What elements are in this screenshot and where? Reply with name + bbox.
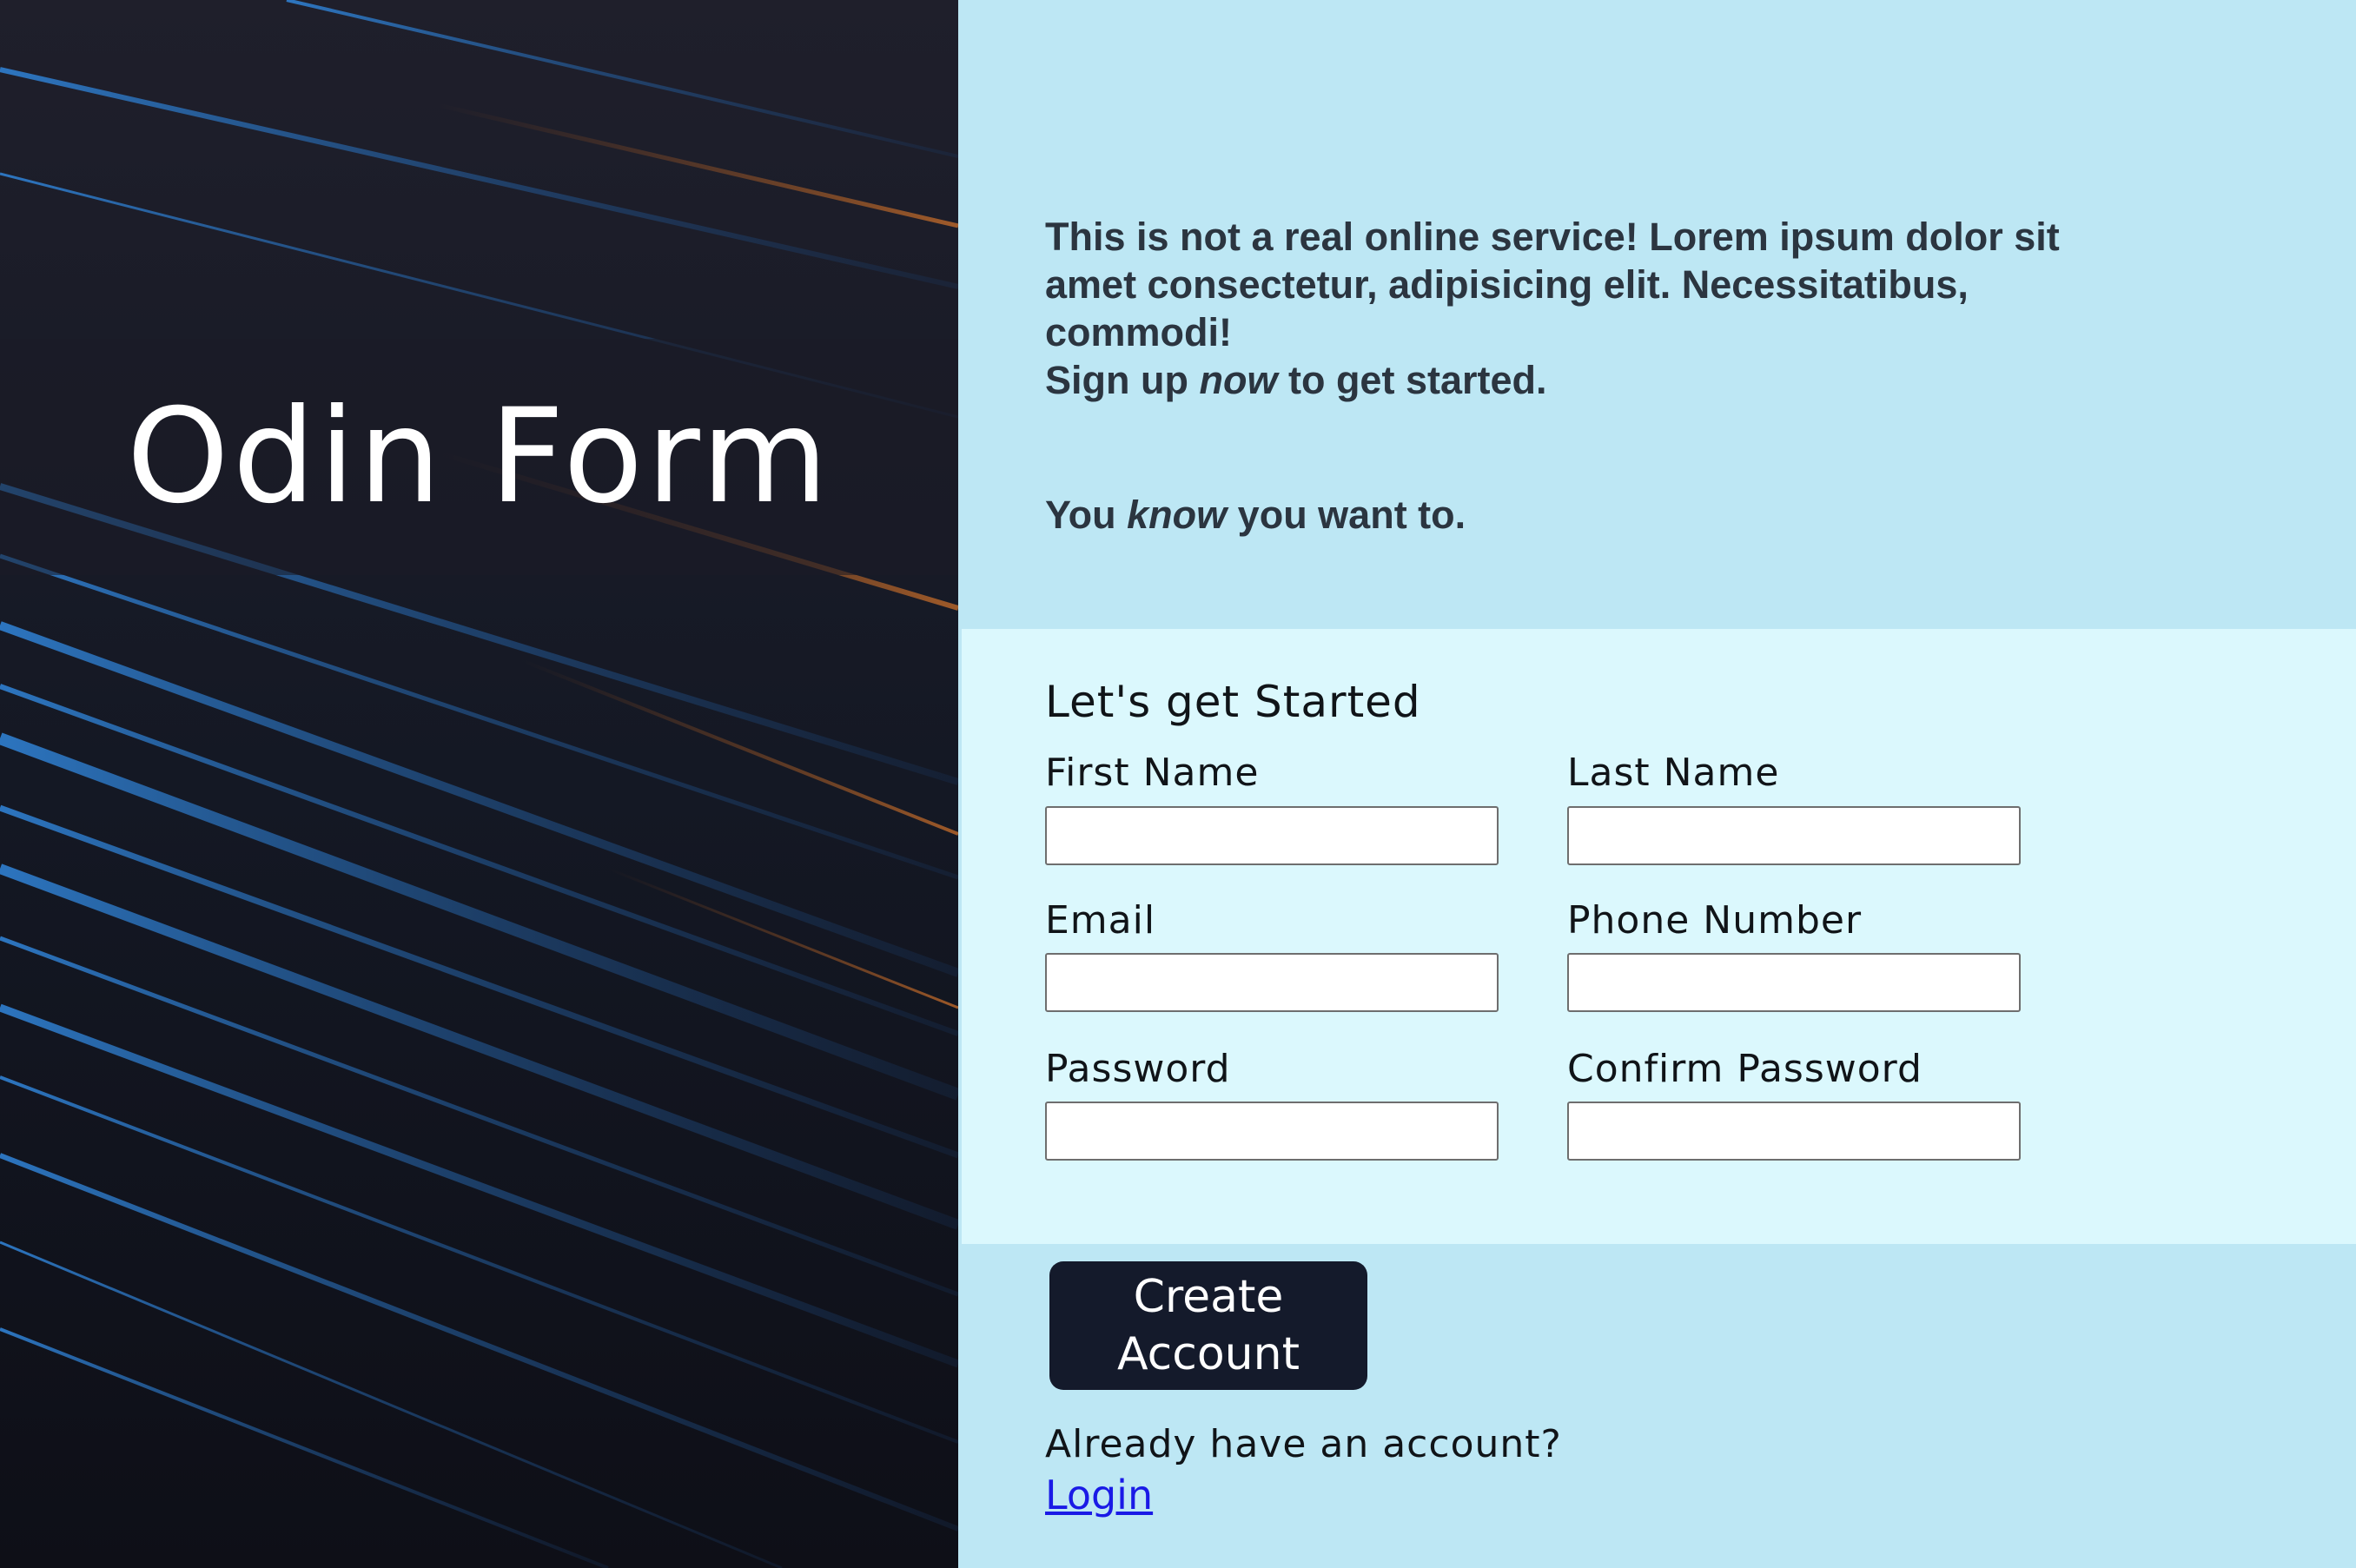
brand-title: Odin Form [126,381,832,533]
first-name-input[interactable] [1045,806,1499,865]
you-know-line: You know you want to. [1045,491,2088,539]
create-account-button[interactable]: Create Account [1049,1261,1367,1390]
phone-number-input[interactable] [1567,953,2021,1012]
you-know-pre: You [1045,493,1128,537]
form-heading: Let's get Started [1045,677,1421,727]
email-label: Email [1045,898,1156,943]
password-input[interactable] [1045,1102,1499,1161]
last-name-input[interactable] [1567,806,2021,865]
signup-now-post: to get started. [1277,358,1547,402]
signup-now-emphasis: now [1199,358,1278,402]
login-prompt: Already have an account? [1045,1422,1562,1466]
confirm-password-input[interactable] [1567,1102,2021,1161]
signup-now-pre: Sign up [1045,358,1200,402]
intro-paragraph: This is not a real online service! Lorem… [1045,215,2060,354]
you-know-emphasis: know [1127,493,1228,537]
last-name-label: Last Name [1567,751,1780,795]
password-label: Password [1045,1047,1231,1091]
login-link[interactable]: Login [1045,1472,1153,1518]
submit-section: Create Account Already have an account? … [958,1244,2356,1568]
hero-panel: Odin Form [0,0,958,1568]
signup-now-line: Sign up now to get started. [1045,356,2088,404]
intro-text: This is not a real online service! Lorem… [1045,213,2088,539]
signup-form: Let's get Started First Name Last Name E… [962,629,2356,1244]
email-input[interactable] [1045,953,1499,1012]
you-know-post: you want to. [1227,493,1466,537]
phone-number-label: Phone Number [1567,898,1863,943]
first-name-label: First Name [1045,751,1260,795]
confirm-password-label: Confirm Password [1567,1047,1923,1091]
light-streaks-background [0,0,958,1568]
content-panel: This is not a real online service! Lorem… [958,0,2356,1568]
